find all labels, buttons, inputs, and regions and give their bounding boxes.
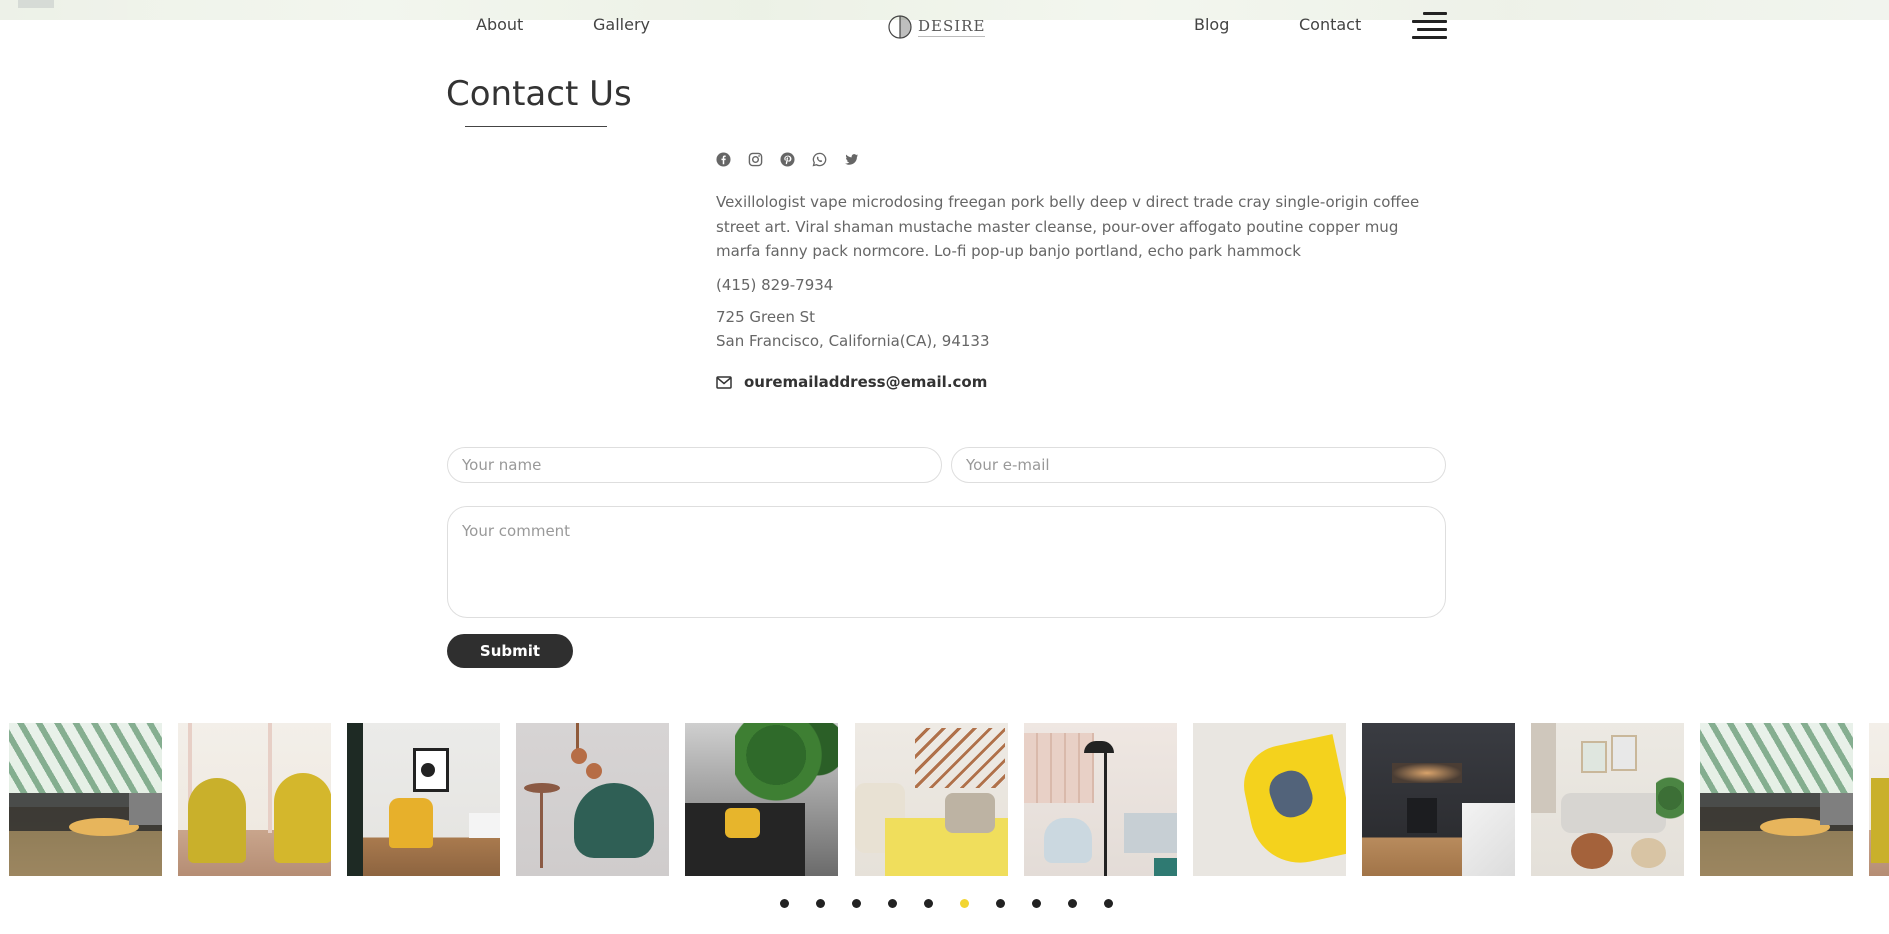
gallery-image-yellow-armchair[interactable] [347,723,500,876]
gallery-image-modern-lounge[interactable] [1024,723,1177,876]
carousel-dot-9[interactable] [1068,899,1077,908]
gallery-image-partial[interactable] [1869,723,1889,876]
gallery-image-living-room-repeat[interactable] [1700,723,1853,876]
page-title: Contact Us [446,74,632,114]
carousel-dot-4[interactable] [888,899,897,908]
whatsapp-icon[interactable] [812,152,827,167]
carousel-dot-7[interactable] [996,899,1005,908]
carousel-pagination [780,899,1113,908]
envelope-icon [716,375,732,389]
carousel-dot-2[interactable] [816,899,825,908]
carousel-dot-1[interactable] [780,899,789,908]
gallery-image-dark-kitchen[interactable] [1362,723,1515,876]
instagram-icon[interactable] [748,152,763,167]
carousel-dot-5[interactable] [924,899,933,908]
gallery-image-green-lounge-chair[interactable] [516,723,669,876]
nav-blog[interactable]: Blog [1194,15,1229,34]
logo[interactable]: DESIRE [888,13,986,41]
carousel-dot-3[interactable] [852,899,861,908]
submit-button[interactable]: Submit [447,634,573,668]
carousel-dot-8[interactable] [1032,899,1041,908]
nav-contact[interactable]: Contact [1299,15,1361,34]
address-line-2: San Francisco, California(CA), 94133 [716,332,990,350]
pinterest-icon[interactable] [780,152,795,167]
social-links [716,152,859,167]
email-row[interactable]: ouremailaddress@email.com [716,373,987,391]
contact-description: Vexillologist vape microdosing freegan p… [716,193,1420,260]
address-line-1: 725 Green St [716,308,815,326]
carousel-dot-10[interactable] [1104,899,1113,908]
gallery-image-yellow-chair-top[interactable] [1193,723,1346,876]
logo-text: DESIRE [918,17,986,37]
gallery-image-monstera-sofa[interactable] [685,723,838,876]
nav-about[interactable]: About [476,15,523,34]
email-input[interactable]: Your e-mail [951,447,1446,483]
title-underline [465,126,607,127]
gallery-image-living-room[interactable] [9,723,162,876]
name-input[interactable]: Your name [447,447,942,483]
phone-number: (415) 829-7934 [716,276,834,294]
email-link[interactable]: ouremailaddress@email.com [744,373,987,391]
facebook-icon[interactable] [716,152,731,167]
comment-textarea[interactable]: Your comment [447,506,1446,618]
nav-gallery[interactable]: Gallery [593,15,650,34]
logo-icon [888,15,912,39]
gallery-image-cream-sofa[interactable] [855,723,1008,876]
menu-icon[interactable] [1412,10,1447,40]
gallery-image-yellow-chairs[interactable] [178,723,331,876]
gallery-image-grey-sofa[interactable] [1531,723,1684,876]
carousel-dot-6-active[interactable] [960,899,969,908]
gallery-carousel[interactable] [0,723,1889,876]
twitter-icon[interactable] [844,152,859,167]
